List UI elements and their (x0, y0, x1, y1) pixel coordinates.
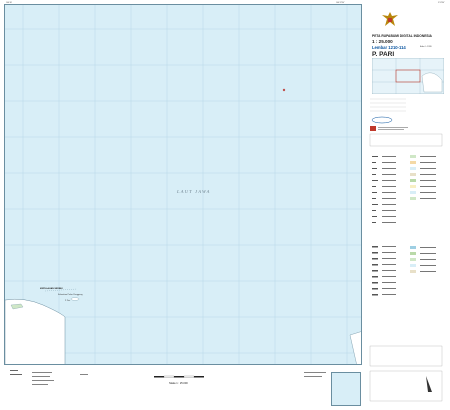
map-sheet: LAUT JAWA KEPULAUAN SERIBU Kelurahan Pul… (0, 0, 450, 410)
map-grid (5, 5, 361, 364)
place-sublabel: Kelurahan Pulau Panggang (58, 294, 83, 296)
scale-label: Skala 1 : 25.000 (169, 382, 188, 385)
sheet-number: Lembar 1210-114 (372, 45, 406, 50)
sheet-title: PETA RUPABUMI DIGITAL INDONESIA (372, 34, 432, 38)
sheet-edition: Edisi I - 1999 (420, 46, 432, 48)
place-label: KEPULAUAN SERIBU (40, 288, 63, 290)
garuda-emblem-icon (382, 12, 398, 26)
sheet-name: P. PARI (372, 51, 395, 58)
place-sublabel-2: P. Pari (65, 300, 71, 302)
index-map (372, 58, 444, 94)
sheet-scale: 1 : 25.000 (372, 39, 393, 44)
corner-coordinate-top-left: 106°30' (6, 2, 13, 4)
sea-label: LAUT JAWA (177, 189, 211, 194)
bottom-margin (4, 368, 362, 406)
legend-panel: PETA RUPABUMI DIGITAL INDONESIA 1 : 25.0… (366, 4, 446, 406)
corner-coordinate-top-right: 106°37'30" (336, 2, 345, 4)
bottom-graphics (10, 370, 326, 385)
map-frame: LAUT JAWA KEPULAUAN SERIBU Kelurahan Pul… (4, 4, 362, 365)
inset-map (331, 372, 361, 406)
legend-symbols (369, 98, 443, 402)
